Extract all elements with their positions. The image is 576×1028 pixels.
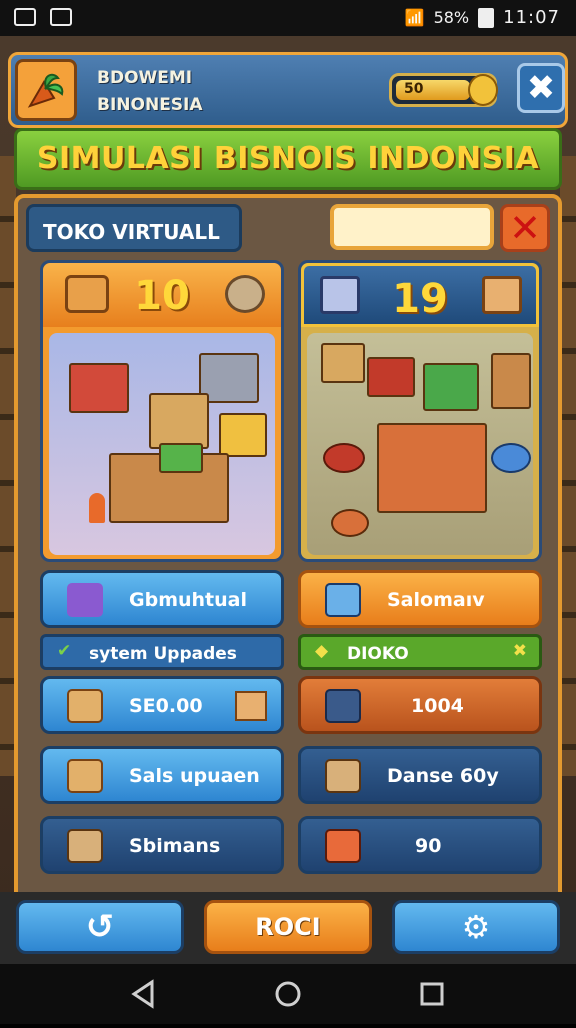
crate <box>423 363 479 411</box>
sales-button[interactable]: Sals upuaen <box>40 746 284 804</box>
crate <box>149 393 209 449</box>
system-upgrades-button[interactable]: ✔ sytem Uppades <box>40 634 284 670</box>
dioko-button[interactable]: ◆ DIOKO ✖ <box>298 634 542 670</box>
page-title: SIMULASI BISNOIS INDONSIA <box>36 141 540 176</box>
button-label: ROCI <box>255 913 321 941</box>
crate <box>367 357 415 397</box>
worker-figure <box>89 493 105 523</box>
card-header-right: 19 <box>301 263 539 327</box>
basket <box>323 443 365 473</box>
button-label: Danse 60y <box>387 765 499 787</box>
cup-icon <box>325 829 361 863</box>
app-name-line1: BDOWEMI <box>97 68 193 88</box>
card-header-left: 10 <box>43 263 281 327</box>
package-icon <box>482 276 522 314</box>
tool-icon <box>225 275 265 313</box>
store-card-right[interactable]: 19 <box>298 260 542 562</box>
refresh-icon: ↺ <box>85 907 115 947</box>
search-input[interactable] <box>330 204 494 250</box>
back-icon[interactable] <box>131 979 154 1009</box>
image-icon <box>14 8 36 26</box>
basket <box>331 509 369 537</box>
coin-icon <box>468 74 498 106</box>
close-button[interactable]: ✖ <box>517 63 565 113</box>
coin-value: 50 <box>404 81 424 97</box>
crate <box>491 353 531 409</box>
button-label: sytem Uppades <box>89 644 237 664</box>
roci-button[interactable]: ROCI <box>204 900 372 954</box>
refresh-button[interactable]: ↺ <box>16 900 184 954</box>
register-icon <box>325 583 361 617</box>
crate <box>69 363 129 413</box>
button-label: Sbimans <box>129 835 221 857</box>
button-label: Gbmuhtual <box>129 589 247 611</box>
market-illustration <box>307 333 533 555</box>
status-bar: 📶 58% 11:07 <box>0 0 576 36</box>
check-icon: ✔ <box>57 641 72 661</box>
sbimans-button[interactable]: Sbimans <box>40 816 284 874</box>
logo-icon <box>15 59 77 121</box>
app-name-line2: BINONESIA <box>97 95 203 115</box>
value-90-button[interactable]: 90 <box>298 816 542 874</box>
store-panel: TOKO VIRTUALL ✕ 10 19 Gbmuhtual ✔ sytem … <box>14 194 562 928</box>
basket <box>491 443 531 473</box>
close-icon: ✖ <box>512 641 527 661</box>
bottom-bar: ↺ ROCI ⚙ <box>0 892 576 964</box>
box-icon <box>67 759 103 793</box>
box-icon <box>67 689 103 723</box>
files-icon <box>67 583 103 617</box>
salomaiv-button[interactable]: Salomaıv <box>298 570 542 628</box>
app-name: BDOWEMI BINONESIA <box>97 65 203 119</box>
price-button[interactable]: SE0.00 <box>40 676 284 734</box>
button-label: Sals upuaen <box>129 765 260 787</box>
battery-icon <box>478 7 495 28</box>
stapler-icon <box>325 689 361 723</box>
battery-text: 58% <box>433 8 470 27</box>
clear-search-button[interactable]: ✕ <box>500 204 550 252</box>
cash-box-icon <box>67 829 103 863</box>
recents-icon[interactable] <box>420 982 444 1006</box>
system-nav-bar <box>0 964 576 1024</box>
box-icon <box>325 759 361 793</box>
button-label: 90 <box>415 835 442 857</box>
game-scene: BDOWEMI BINONESIA 50 ✖ SIMULASI BISNOIS … <box>0 36 576 964</box>
settings-button[interactable]: ⚙ <box>392 900 560 954</box>
crate <box>219 413 267 457</box>
money-stack <box>159 443 203 473</box>
gallery-icon <box>50 8 72 26</box>
coin-counter: 50 <box>389 73 498 107</box>
store-card-left[interactable]: 10 <box>40 260 284 562</box>
value-1004-button[interactable]: 1004 <box>298 676 542 734</box>
top-bar: BDOWEMI BINONESIA 50 ✖ <box>8 52 568 128</box>
button-label: DIOKO <box>347 644 409 664</box>
button-label: SE0.00 <box>129 695 203 717</box>
home-icon[interactable] <box>275 981 301 1007</box>
danse-button[interactable]: Danse 60y <box>298 746 542 804</box>
button-label: 1004 <box>411 695 464 717</box>
signal-icon: 📶 <box>404 8 425 27</box>
shelf-right <box>560 156 576 776</box>
package-icon <box>235 691 267 721</box>
leaf-icon: ◆ <box>315 641 329 661</box>
title-banner: SIMULASI BISNOIS INDONSIA <box>14 128 562 190</box>
warehouse-illustration <box>49 333 275 555</box>
gbmuhtual-button[interactable]: Gbmuhtual <box>40 570 284 628</box>
tab-toko-virtual[interactable]: TOKO VIRTUALL <box>26 204 242 252</box>
clock: 11:07 <box>503 7 560 28</box>
crate <box>321 343 365 383</box>
gear-icon: ⚙ <box>461 908 491 946</box>
market-stall <box>377 423 487 513</box>
button-label: Salomaıv <box>387 589 485 611</box>
